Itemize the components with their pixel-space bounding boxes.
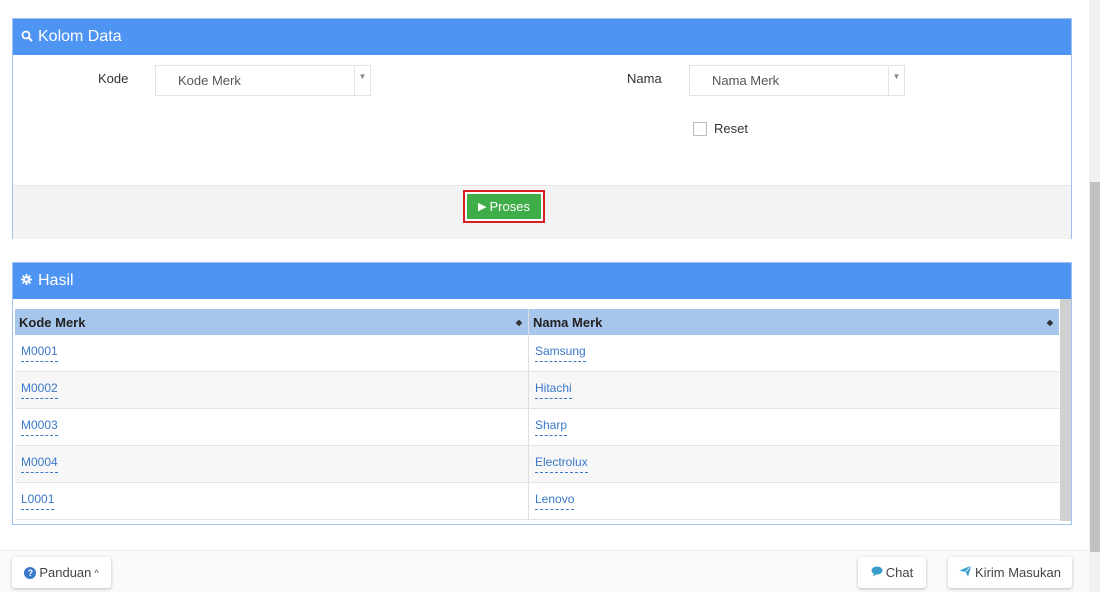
hasil-title: Hasil (38, 272, 74, 289)
play-icon: ▶ (478, 201, 487, 213)
sort-icon[interactable]: ◆ (1047, 318, 1053, 327)
nama-link[interactable]: Electrolux (535, 455, 588, 473)
chevron-down-icon[interactable]: ▼ (888, 66, 904, 95)
kode-link[interactable]: M0002 (21, 381, 58, 399)
nama-link[interactable]: Lenovo (535, 492, 575, 510)
panduan-button[interactable]: ? Panduan ^ (12, 557, 111, 588)
gear-icon (21, 274, 35, 288)
kode-link[interactable]: M0003 (21, 418, 58, 436)
table-row: M0003 Sharp (15, 409, 1059, 446)
panduan-label: Panduan (39, 565, 92, 580)
kode-link[interactable]: L0001 (21, 492, 55, 510)
question-circle-icon: ? (24, 566, 37, 579)
nama-link[interactable]: Hitachi (535, 381, 572, 399)
kode-link[interactable]: M0004 (21, 455, 58, 473)
table-row: M0002 Hitachi (15, 372, 1059, 409)
paper-plane-icon (959, 565, 972, 580)
kolom-data-header: Kolom Data (13, 19, 1071, 55)
chat-button[interactable]: Chat (858, 557, 926, 588)
table-row: L0001 Lenovo (15, 483, 1059, 520)
sort-icon[interactable]: ◆ (516, 318, 522, 327)
hasil-header: Hasil (13, 263, 1071, 299)
reset-checkbox[interactable] (693, 122, 707, 136)
kolom-data-footer: ▶ Proses (13, 185, 1071, 239)
kode-link[interactable]: M0001 (21, 344, 58, 362)
kirim-masukan-label: Kirim Masukan (975, 565, 1061, 580)
bottom-bar: ? Panduan ^ Chat Kirim Masukan (0, 550, 1089, 592)
page-scrollbar-thumb[interactable] (1090, 182, 1100, 552)
nama-link[interactable]: Samsung (535, 344, 586, 362)
nama-label: Nama (627, 71, 662, 86)
table-scrollbar[interactable] (1060, 299, 1071, 521)
kode-label: Kode (98, 71, 129, 86)
chat-label: Chat (885, 565, 914, 580)
proses-button[interactable]: ▶ Proses (463, 190, 545, 223)
proses-label: Proses (489, 199, 530, 214)
table-row: M0001 Samsung (15, 335, 1059, 372)
kolom-data-panel: Kolom Data Kode Kode Merk ▼ Nama Nama Me… (12, 18, 1072, 239)
kolom-data-title: Kolom Data (38, 28, 122, 45)
kode-select[interactable]: Kode Merk ▼ (155, 65, 371, 96)
page: Kolom Data Kode Kode Merk ▼ Nama Nama Me… (0, 0, 1100, 592)
nama-select[interactable]: Nama Merk ▼ (689, 65, 905, 96)
hasil-table: Kode Merk ◆ Nama Merk ◆ M0001 Samsung M0… (15, 309, 1059, 520)
kode-select-value: Kode Merk (178, 73, 241, 88)
column-header-kode[interactable]: Kode Merk ◆ (15, 309, 529, 335)
column-header-nama[interactable]: Nama Merk ◆ (529, 309, 1059, 335)
chevron-up-icon: ^ (94, 567, 99, 578)
chat-bubble-icon (871, 566, 883, 580)
table-body: M0001 Samsung M0002 Hitachi M0003 Sharp … (15, 335, 1059, 520)
table-header: Kode Merk ◆ Nama Merk ◆ (15, 309, 1059, 335)
reset-label: Reset (714, 121, 748, 136)
search-icon (21, 30, 35, 45)
hasil-panel: Hasil Kode Merk ◆ Nama Merk ◆ M0001 Sams… (12, 262, 1072, 525)
table-row: M0004 Electrolux (15, 446, 1059, 483)
chevron-down-icon[interactable]: ▼ (354, 66, 370, 95)
nama-link[interactable]: Sharp (535, 418, 568, 436)
kirim-masukan-button[interactable]: Kirim Masukan (948, 557, 1072, 588)
nama-select-value: Nama Merk (712, 73, 780, 88)
